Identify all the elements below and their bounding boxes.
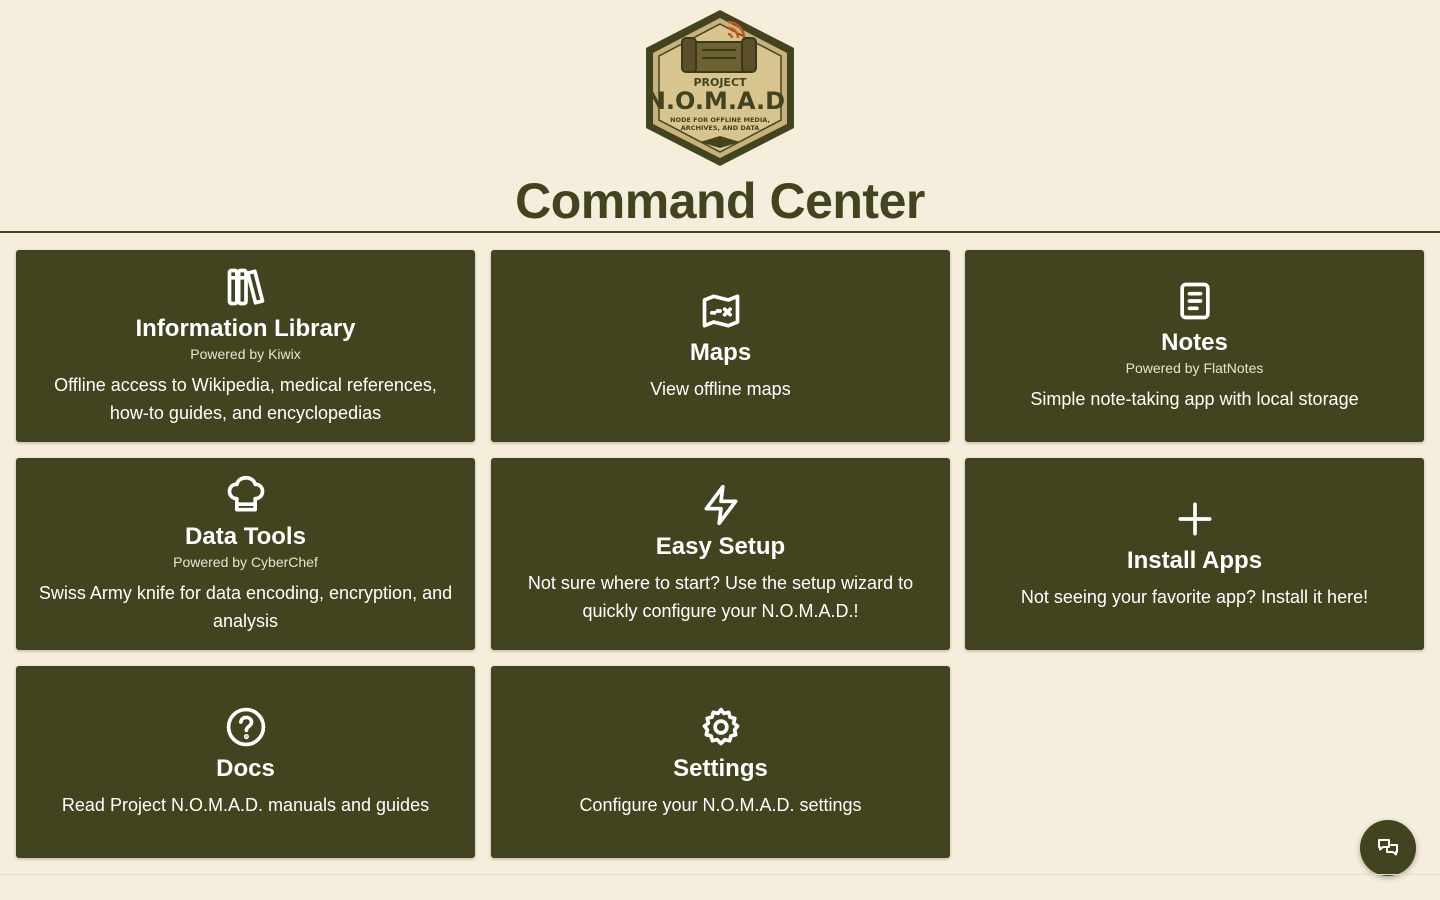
bolt-icon — [699, 483, 743, 527]
books-icon — [224, 265, 268, 309]
card-install-apps[interactable]: Install Apps Not seeing your favorite ap… — [965, 458, 1424, 650]
help-circle-icon — [224, 705, 268, 749]
chat-toggle-button[interactable] — [1360, 820, 1416, 876]
card-description: Offline access to Wikipedia, medical ref… — [54, 375, 437, 423]
card-data-tools[interactable]: Data Tools Powered by CyberChef Swiss Ar… — [16, 458, 475, 650]
map-icon — [699, 289, 743, 333]
card-powered-by: Powered by FlatNotes — [1125, 360, 1264, 376]
plus-icon — [1173, 497, 1217, 541]
card-docs[interactable]: Docs Read Project N.O.M.A.D. manuals and… — [16, 666, 475, 858]
chat-bubbles-icon — [1378, 839, 1398, 856]
logo-line3: NODE FOR OFFLINE MEDIA, — [670, 116, 770, 124]
card-powered-by: Powered by CyberChef — [173, 554, 318, 570]
card-description: Read Project N.O.M.A.D. manuals and guid… — [61, 795, 430, 815]
note-icon — [1173, 279, 1217, 323]
card-information-library[interactable]: Information Library Powered by Kiwix Off… — [16, 250, 475, 442]
card-settings[interactable]: Settings Configure your N.O.M.A.D. setti… — [491, 666, 950, 858]
page-title: Command Center — [515, 173, 925, 229]
card-description: Swiss Army knife for data encoding, encr… — [38, 583, 453, 631]
card-title: Easy Setup — [655, 533, 786, 560]
logo-line2: N.O.M.A.D. — [646, 87, 794, 115]
card-title: Notes — [1161, 329, 1228, 356]
card-description: Simple note-taking app with local storag… — [1030, 389, 1359, 409]
card-maps[interactable]: Maps View offline maps — [491, 250, 950, 442]
card-description: Not seeing your favorite app? Install it… — [1020, 587, 1369, 607]
card-easy-setup[interactable]: Easy Setup Not sure where to start? Use … — [491, 458, 950, 650]
card-notes[interactable]: Notes Powered by FlatNotes Simple note-t… — [965, 250, 1424, 442]
card-title: Docs — [216, 755, 275, 782]
card-description: Configure your N.O.M.A.D. settings — [579, 795, 862, 815]
logo-line4: ARCHIVES, AND DATA — [681, 124, 760, 132]
card-description: Not sure where to start? Use the setup w… — [527, 573, 914, 621]
header: PROJECT N.O.M.A.D. NODE FOR OFFLINE MEDI… — [0, 0, 1440, 233]
card-description: View offline maps — [650, 379, 791, 399]
card-title: Maps — [689, 339, 752, 366]
card-title: Information Library — [135, 315, 356, 342]
footer-divider — [0, 874, 1440, 875]
card-title: Data Tools — [185, 523, 306, 550]
chef-hat-icon — [224, 473, 268, 517]
card-title: Install Apps — [1126, 547, 1263, 574]
card-title: Settings — [673, 755, 768, 782]
card-powered-by: Powered by Kiwix — [190, 346, 301, 362]
project-nomad-logo: PROJECT N.O.M.A.D. NODE FOR OFFLINE MEDI… — [646, 10, 794, 166]
gear-icon — [699, 705, 743, 749]
